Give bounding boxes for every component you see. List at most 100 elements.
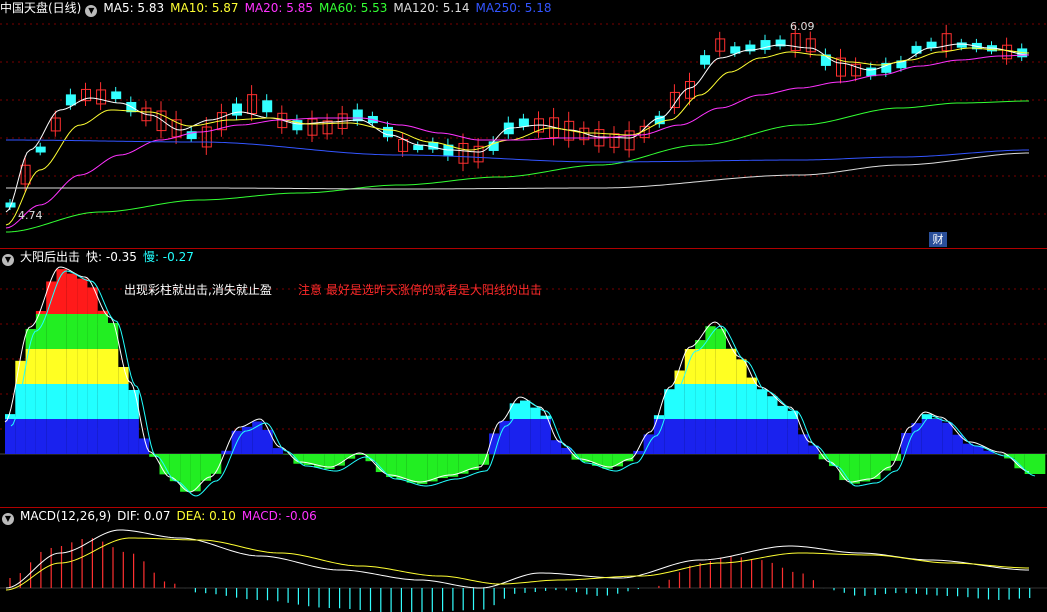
indicator-bar (35, 419, 47, 454)
indicator-bar (77, 349, 88, 384)
indicator-bar (756, 389, 768, 419)
indicator-bar (540, 415, 551, 419)
indicator-bar (87, 314, 98, 349)
indicator-bar (684, 419, 696, 454)
indicator-bar (499, 420, 510, 454)
indicator-bar (859, 454, 871, 482)
indicator-bar (664, 419, 675, 454)
indicator-bar (746, 384, 757, 419)
indicator-bar (756, 419, 768, 454)
indicator-note-1: 出现彩柱就出击,消失就止盈 (124, 283, 272, 297)
indicator-bar (56, 349, 67, 384)
indicator-bar (417, 454, 428, 484)
indicator-bar (5, 419, 16, 454)
indicator-bar (715, 384, 726, 419)
indicator-bar (108, 419, 119, 454)
indicator-bar (962, 443, 974, 454)
indicator-bar (726, 419, 737, 454)
indicator-bar (736, 359, 747, 384)
dea-line (5, 537, 1030, 591)
indicator-bar (46, 384, 57, 419)
indicator-bar (726, 349, 737, 384)
indicator-bar (447, 454, 459, 477)
indicator-bar (684, 384, 696, 419)
indicator-bar (138, 438, 150, 454)
indicator-bar (272, 448, 284, 454)
indicator-bar (695, 384, 706, 419)
indicator-bar (35, 384, 47, 419)
candlestick (700, 55, 711, 65)
candlestick (111, 91, 122, 100)
candlestick (35, 146, 46, 153)
indicator-bar (66, 273, 78, 314)
indicator-bar (674, 384, 685, 419)
price-panel[interactable]: 中国天盘(日线) ▼ MA5: 5.83 MA10: 5.87 MA20: 5.85 MA… (0, 0, 1047, 248)
indicator-bar (77, 278, 88, 314)
indicator-bar (839, 454, 850, 481)
indicator-bar (942, 422, 953, 454)
indicator-bar (46, 419, 57, 454)
indicator-bar (15, 419, 26, 454)
indicator-bar (767, 396, 778, 419)
indicator-bar (35, 310, 47, 314)
indicator-panel[interactable]: ▼ 大阳后出击 快: -0.35 慢: -0.27 出现彩柱就出击,消失就止盈 注意 … (0, 249, 1047, 507)
candlestick (232, 103, 242, 116)
indicator-bar (396, 454, 407, 480)
indicator-bar (386, 454, 397, 478)
indicator-bar (715, 349, 726, 384)
macd-panel[interactable]: ▼ MACD(12,26,9) DIF: 0.07 DEA: 0.10 MACD: -0… (0, 508, 1047, 612)
indicator-bar (520, 400, 531, 419)
indicator-bar (695, 419, 706, 454)
indicator-bar (25, 419, 36, 454)
indicator-bar (46, 314, 57, 349)
candlestick (65, 94, 76, 106)
indicator-bar (695, 349, 706, 384)
ma5-line (5, 43, 1030, 213)
indicator-bar (509, 419, 520, 454)
indicator-bar (35, 349, 47, 384)
indicator-bar (66, 384, 78, 419)
indicator-bar (808, 445, 819, 454)
indicator-bar (66, 314, 78, 349)
low-price-label: 4.74 (18, 209, 43, 222)
indicator-bar (87, 349, 98, 384)
indicator-bar (159, 454, 170, 475)
indicator-bar (406, 454, 417, 483)
indicator-bar (705, 419, 716, 454)
indicator-bar (66, 349, 78, 384)
indicator-bar (705, 326, 716, 349)
indicator-bar (787, 419, 799, 454)
indicator-bar (540, 419, 551, 454)
indicator-bar (97, 384, 108, 419)
candlestick (926, 41, 937, 48)
indicator-bar (653, 415, 665, 419)
indicator-bar (715, 328, 726, 349)
indicator-bar (777, 405, 788, 419)
indicator-bar (87, 419, 98, 454)
indicator-bar (108, 349, 119, 384)
indicator-bar (530, 407, 541, 419)
indicator-bar (798, 434, 809, 454)
finance-badge[interactable]: 财 (929, 232, 947, 247)
indicator-note-2: 注意 最好是选昨天涨停的或者是大阳线的出击 (298, 283, 542, 297)
indicator-bar (77, 419, 88, 454)
indicator-bar (777, 419, 788, 454)
indicator-bar (97, 349, 108, 384)
indicator-bar (520, 419, 531, 454)
indicator-bar (56, 419, 67, 454)
indicator-bar (736, 419, 747, 454)
indicator-bar (108, 384, 119, 419)
macd-chart[interactable] (0, 508, 1047, 612)
indicator-bar (77, 384, 88, 419)
indicator-bar (128, 419, 139, 454)
indicator-bar (1035, 454, 1046, 474)
indicator-bar (530, 419, 541, 454)
indicator-bar (118, 384, 129, 419)
price-chart[interactable] (0, 0, 1047, 248)
indicator-bar (97, 310, 108, 314)
indicator-bar (726, 384, 737, 419)
indicator-bar (633, 450, 644, 454)
candlestick (352, 109, 363, 122)
indicator-bar (66, 419, 78, 454)
indicator-bar (736, 384, 747, 419)
